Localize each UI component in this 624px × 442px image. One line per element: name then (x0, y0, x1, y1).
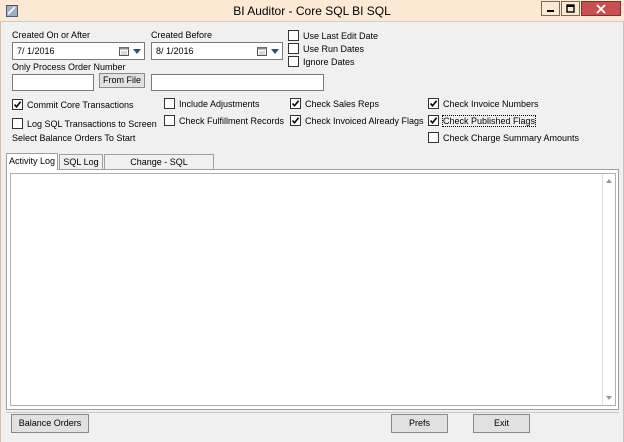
order-number-input[interactable] (12, 74, 94, 91)
check-fulfillment-records-checkbox[interactable]: Check Fulfillment Records (164, 115, 284, 126)
checkbox-label: Use Last Edit Date (303, 30, 379, 41)
created-before-label: Created Before (151, 30, 213, 40)
tab-sql-log[interactable]: SQL Log (59, 154, 103, 169)
calendar-icon (119, 47, 129, 56)
close-icon (596, 3, 606, 14)
include-adjustments-checkbox[interactable]: Include Adjustments (164, 98, 260, 109)
checkbox-box (164, 115, 175, 126)
checkbox-label: Check Charge Summary Amounts (443, 132, 580, 143)
use-last-edit-date-checkbox[interactable]: Use Last Edit Date (288, 30, 378, 41)
scroll-down-icon[interactable] (606, 396, 612, 400)
checkbox-label: Check Fulfillment Records (179, 115, 285, 126)
scroll-up-icon[interactable] (606, 179, 612, 183)
checkmark-icon (291, 117, 300, 125)
minimize-button[interactable] (541, 1, 560, 16)
created-on-or-after-picker[interactable]: 7/ 1/2016 (12, 42, 145, 60)
check-invoice-numbers-checkbox[interactable]: Check Invoice Numbers (428, 98, 539, 109)
activity-log-textarea[interactable] (10, 173, 616, 406)
checkbox-box (290, 98, 301, 109)
checkbox-label: Check Invoice Numbers (443, 98, 539, 109)
file-path-input[interactable] (151, 74, 324, 91)
checkbox-label: Use Run Dates (303, 43, 365, 54)
checkbox-box (164, 98, 175, 109)
activity-log-panel (6, 169, 619, 410)
chevron-down-icon (271, 49, 279, 54)
checkmark-icon (13, 101, 22, 109)
minimize-icon (547, 10, 554, 12)
check-published-flags-checkbox[interactable]: Check Published Flags (428, 114, 537, 127)
checkbox-box (428, 115, 439, 126)
from-file-button[interactable]: From File (99, 73, 145, 88)
check-sales-reps-checkbox[interactable]: Check Sales Reps (290, 98, 379, 109)
created-before-picker[interactable]: 8/ 1/2016 (151, 42, 283, 60)
only-process-order-label: Only Process Order Number (12, 62, 126, 72)
checkbox-box (12, 118, 23, 129)
maximize-button[interactable] (561, 1, 580, 16)
checkbox-box (288, 30, 299, 41)
tab-change-sql-transactions[interactable]: Change - SQL Transactions (104, 154, 214, 181)
checkbox-label: Check Invoiced Already Flags (305, 115, 424, 126)
checkbox-box (428, 132, 439, 143)
checkbox-label: Check Sales Reps (305, 98, 380, 109)
commit-core-transactions-checkbox[interactable]: Commit Core Transactions (12, 99, 134, 110)
created-on-or-after-value: 7/ 1/2016 (17, 46, 55, 56)
checkbox-box (428, 98, 439, 109)
status-text: Select Balance Orders To Start (12, 133, 136, 143)
checkmark-icon (429, 100, 438, 108)
main-panel: Created On or After 7/ 1/2016 Created Be… (0, 22, 624, 442)
checkbox-box (12, 99, 23, 110)
use-run-dates-checkbox[interactable]: Use Run Dates (288, 43, 364, 54)
vertical-scrollbar[interactable] (602, 174, 615, 405)
log-sql-transactions-checkbox[interactable]: Log SQL Transactions to Screen (12, 118, 157, 129)
checkbox-box (288, 43, 299, 54)
checkbox-label: Ignore Dates (303, 56, 355, 67)
checkbox-box (290, 115, 301, 126)
checkbox-label: Check Published Flags (441, 114, 537, 127)
checkmark-icon (429, 117, 438, 125)
checkbox-label: Commit Core Transactions (27, 99, 134, 110)
checkbox-label: Log SQL Transactions to Screen (27, 118, 157, 129)
created-before-value: 8/ 1/2016 (156, 46, 194, 56)
prefs-button[interactable]: Prefs (391, 414, 448, 433)
checkbox-box (288, 56, 299, 67)
checkbox-label: Include Adjustments (179, 98, 260, 109)
checkmark-icon (291, 100, 300, 108)
check-invoiced-already-flags-checkbox[interactable]: Check Invoiced Already Flags (290, 115, 424, 126)
calendar-icon (257, 47, 267, 56)
maximize-icon (566, 4, 575, 13)
tab-activity-log[interactable]: Activity Log (6, 153, 58, 170)
close-button[interactable] (581, 1, 621, 16)
ignore-dates-checkbox[interactable]: Ignore Dates (288, 56, 355, 67)
window-title: BI Auditor - Core SQL BI SQL (233, 4, 391, 18)
check-charge-summary-amounts-checkbox[interactable]: Check Charge Summary Amounts (428, 132, 579, 143)
exit-button[interactable]: Exit (473, 414, 530, 433)
title-bar: BI Auditor - Core SQL BI SQL (0, 0, 624, 22)
chevron-down-icon (133, 49, 141, 54)
created-on-or-after-label: Created On or After (12, 30, 91, 40)
balance-orders-button[interactable]: Balance Orders (11, 414, 89, 433)
